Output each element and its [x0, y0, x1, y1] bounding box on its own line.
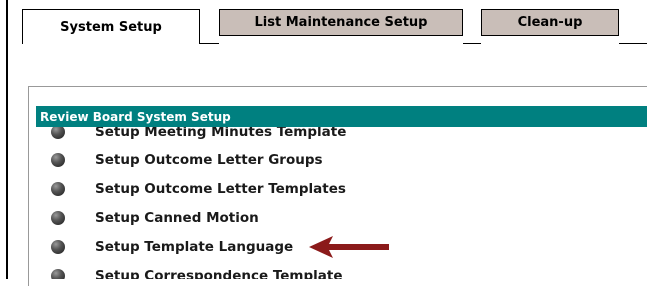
tab-list-maintenance-setup[interactable]: List Maintenance Setup	[219, 9, 463, 36]
tab-divider	[463, 43, 481, 44]
tab-clean-up[interactable]: Clean-up	[481, 9, 619, 36]
tab-system-setup[interactable]: System Setup	[22, 9, 200, 44]
list-item-outcome-letter-groups[interactable]: Setup Outcome Letter Groups	[36, 150, 647, 170]
list-item-correspondence-template[interactable]: Setup Correspondence Template	[36, 266, 647, 279]
panel-title: Review Board System Setup	[36, 106, 647, 127]
bullet-icon	[51, 182, 65, 196]
bullet-icon	[51, 240, 65, 254]
bullet-icon	[51, 211, 65, 225]
bullet-icon	[51, 127, 65, 139]
bullet-icon	[51, 153, 65, 167]
left-arrow-icon	[309, 236, 389, 258]
item-label: Setup Correspondence Template	[95, 268, 343, 279]
tab-divider	[200, 43, 219, 44]
tab-divider	[619, 43, 647, 44]
list-item-canned-motion[interactable]: Setup Canned Motion	[36, 208, 647, 228]
item-label: Setup Template Language	[95, 239, 294, 255]
item-label: Setup Meeting Minutes Template	[95, 127, 347, 140]
item-label: Setup Outcome Letter Templates	[95, 181, 346, 197]
item-label: Setup Outcome Letter Groups	[95, 152, 323, 168]
item-label: Setup Canned Motion	[95, 210, 259, 226]
list-item-meeting-minutes[interactable]: Setup Meeting Minutes Template	[36, 127, 647, 142]
bullet-icon	[51, 269, 65, 279]
list-item-outcome-letter-templates[interactable]: Setup Outcome Letter Templates	[36, 179, 647, 199]
